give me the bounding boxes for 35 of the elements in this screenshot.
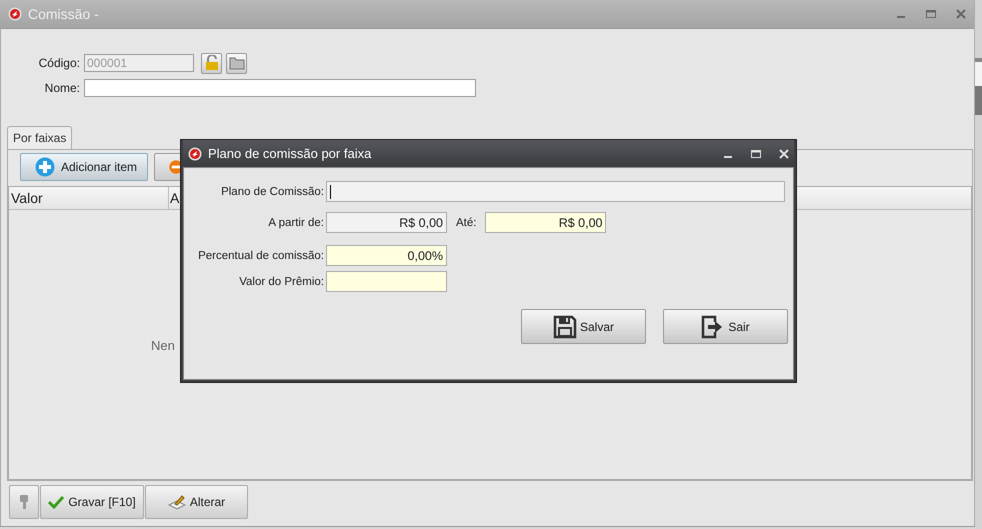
folder-icon xyxy=(228,56,244,70)
tab[interactable]: Por faixas xyxy=(7,126,72,149)
edit-button[interactable]: Alterar xyxy=(145,485,248,519)
folder-button[interactable] xyxy=(226,52,247,74)
pencil-paper-icon xyxy=(168,494,186,510)
key-icon xyxy=(19,494,29,510)
field-label: A partir de: xyxy=(267,216,324,228)
field-label: Até: xyxy=(456,216,476,228)
field-label: Nome: xyxy=(44,81,80,95)
input-field[interactable]: 0,00% xyxy=(326,245,447,266)
empty-message: Nen xyxy=(151,338,175,353)
input-field[interactable] xyxy=(326,271,447,292)
padlock-icon xyxy=(204,55,218,71)
app-logo-icon xyxy=(188,146,202,160)
plus-icon xyxy=(35,157,55,177)
field-label: Código: xyxy=(38,56,80,70)
scrollbar[interactable] xyxy=(975,0,982,529)
add-item-button[interactable]: Adicionar item xyxy=(20,153,148,181)
save-button[interactable]: Salvar xyxy=(521,309,646,344)
lock-button[interactable] xyxy=(201,52,222,74)
save-button[interactable]: Gravar [F10] xyxy=(40,485,144,519)
name-field[interactable] xyxy=(84,79,476,97)
input-field[interactable]: R$ 0,00 xyxy=(485,212,606,233)
key-button[interactable] xyxy=(9,485,39,519)
field-label: Valor do Prêmio: xyxy=(238,276,324,288)
field-label: Percentual de comissão: xyxy=(197,250,324,262)
exit-button[interactable]: Sair xyxy=(663,309,788,344)
input-field[interactable]: R$ 0,00 xyxy=(326,212,447,233)
checkmark-icon xyxy=(48,495,64,509)
window-title: Comissão - xyxy=(28,6,99,22)
column-header[interactable]: Valor xyxy=(9,187,169,209)
field-label: Plano de Comissão: xyxy=(220,186,324,198)
app-logo-icon xyxy=(8,7,22,21)
input-field[interactable] xyxy=(326,181,785,202)
dialog-title: Plano de comissão por faixa xyxy=(208,146,372,161)
